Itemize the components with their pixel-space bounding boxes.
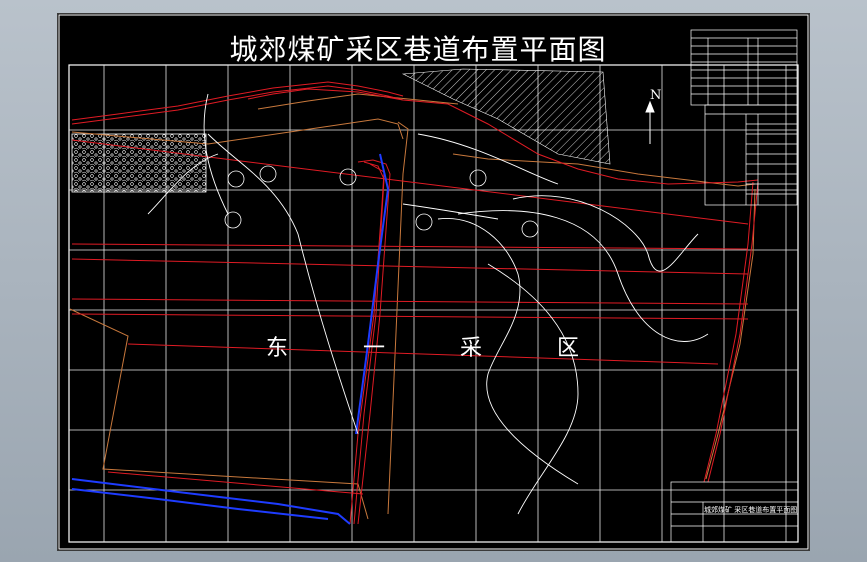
north-label: N xyxy=(650,88,662,103)
north-arrow-icon xyxy=(645,100,655,144)
legend-table-top xyxy=(690,29,798,106)
cad-viewport[interactable]: 城郊煤矿采区巷道布置平面图 东 一 采 区 N 城郊煤矿 采区巷道布置平面图 xyxy=(57,13,810,551)
outer-frame xyxy=(58,14,809,550)
title-block-text: 城郊煤矿 采区巷道布置平面图 xyxy=(704,506,798,514)
hatched-zone xyxy=(401,68,611,165)
contour-lines xyxy=(147,93,709,515)
drawing-title: 城郊煤矿采区巷道布置平面图 xyxy=(229,33,607,66)
mine-plan-drawing xyxy=(58,14,809,550)
mining-area-label: 东 一 采 区 xyxy=(266,336,613,361)
